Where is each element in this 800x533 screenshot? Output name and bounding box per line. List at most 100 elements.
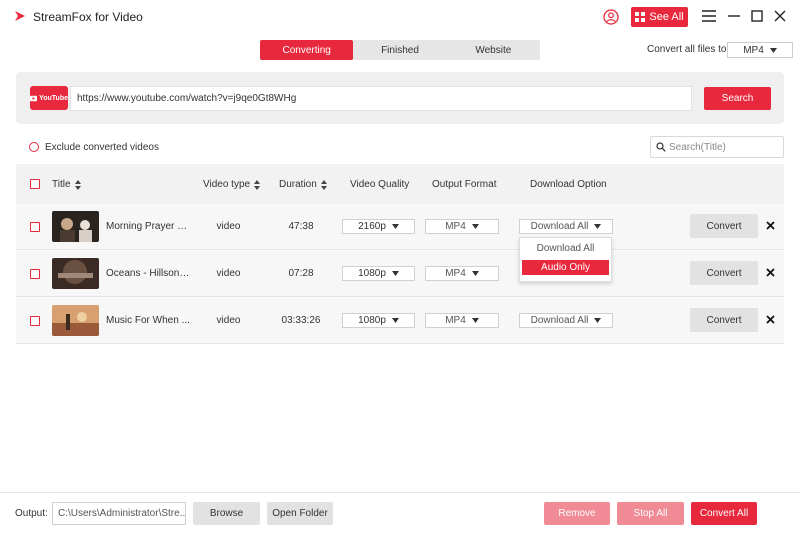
quality-value: 2160p — [358, 221, 386, 232]
row-checkbox[interactable] — [30, 222, 40, 232]
chevron-down-icon — [769, 47, 777, 53]
column-format-header: Output Format — [432, 179, 497, 190]
play-icon — [30, 95, 38, 101]
tab-converting[interactable]: Converting — [260, 40, 354, 60]
convert-all-format-value: MP4 — [743, 44, 764, 56]
row-video-type: video — [216, 268, 241, 279]
convert-all-label: Convert all files to: — [647, 44, 730, 55]
remove-row-icon[interactable] — [766, 268, 775, 277]
view-tabs: Converting Finished Website — [260, 40, 540, 60]
row-title: Oceans - Hillsong... — [106, 268, 190, 279]
column-title-label: Title — [52, 179, 71, 190]
chevron-down-icon — [471, 224, 479, 229]
quality-value: 1080p — [358, 315, 386, 326]
format-select[interactable]: MP4 — [425, 219, 499, 234]
maximize-icon[interactable] — [749, 8, 765, 24]
table-row: Music For When ... video 03:33:26 1080p … — [16, 298, 784, 344]
column-video-type-label: Video type — [203, 179, 251, 190]
download-option-value: Download All — [530, 221, 589, 232]
row-convert-button[interactable]: Convert — [690, 308, 758, 332]
app-logo-icon — [15, 11, 25, 21]
browse-button[interactable]: Browse — [193, 502, 260, 525]
video-thumbnail[interactable] — [52, 305, 99, 336]
column-quality-header: Video Quality — [350, 179, 410, 190]
minimize-icon[interactable] — [726, 8, 742, 24]
download-option-value: Download All — [530, 315, 589, 326]
search-icon — [656, 142, 666, 152]
download-option-dropdown: Download All Audio Only — [519, 237, 612, 282]
column-duration-label: Duration — [279, 179, 317, 190]
chevron-down-icon — [471, 318, 479, 323]
close-window-icon[interactable] — [772, 8, 788, 24]
tab-website[interactable]: Website — [447, 40, 540, 60]
convert-all-button[interactable]: Convert All — [691, 502, 757, 525]
row-convert-button[interactable]: Convert — [690, 261, 758, 285]
search-title-placeholder: Search(Title) — [669, 141, 726, 153]
url-panel: YouTube Search — [16, 72, 784, 124]
format-select[interactable]: MP4 — [425, 313, 499, 328]
app-title: StreamFox for Video — [33, 10, 143, 24]
row-title: Music For When ... — [106, 315, 190, 326]
column-video-type-header[interactable]: Video type — [203, 179, 261, 190]
menu-icon[interactable] — [701, 8, 717, 24]
quality-select[interactable]: 1080p — [342, 266, 415, 281]
grid-icon — [635, 12, 646, 22]
exclude-converted-radio[interactable] — [29, 142, 39, 152]
url-input[interactable] — [70, 86, 692, 111]
exclude-converted-label: Exclude converted videos — [45, 142, 159, 153]
stop-all-button[interactable]: Stop All — [617, 502, 684, 525]
see-all-label: See All — [649, 11, 684, 23]
dropdown-item-download-all[interactable]: Download All — [522, 241, 609, 256]
download-option-select[interactable]: Download All — [519, 313, 613, 328]
quality-value: 1080p — [358, 268, 386, 279]
row-checkbox[interactable] — [30, 269, 40, 279]
search-button[interactable]: Search — [704, 87, 771, 110]
dropdown-item-audio-only[interactable]: Audio Only — [522, 260, 609, 275]
row-video-type: video — [216, 315, 241, 326]
row-checkbox[interactable] — [30, 316, 40, 326]
see-all-button[interactable]: See All — [631, 7, 688, 27]
format-value: MP4 — [445, 315, 466, 326]
sort-icon — [254, 179, 261, 190]
tab-finished[interactable]: Finished — [353, 40, 446, 60]
title-bar: StreamFox for Video See All — [0, 0, 800, 34]
row-convert-button[interactable]: Convert — [690, 214, 758, 238]
format-select[interactable]: MP4 — [425, 266, 499, 281]
row-duration: 07:28 — [288, 268, 314, 279]
quality-select[interactable]: 1080p — [342, 313, 415, 328]
open-folder-button[interactable]: Open Folder — [267, 502, 333, 525]
remove-button[interactable]: Remove — [544, 502, 610, 525]
chevron-down-icon — [391, 224, 399, 229]
format-value: MP4 — [445, 221, 466, 232]
convert-all-format-select[interactable]: MP4 — [727, 42, 793, 58]
quality-select[interactable]: 2160p — [342, 219, 415, 234]
remove-row-icon[interactable] — [766, 221, 775, 230]
output-path-field[interactable]: C:\Users\Administrator\Stre... — [52, 502, 186, 525]
output-label: Output: — [15, 508, 48, 519]
row-title: Morning Prayer a... — [106, 221, 190, 232]
search-title-input[interactable]: Search(Title) — [650, 136, 784, 158]
chevron-down-icon — [594, 224, 602, 229]
footer-divider — [0, 492, 800, 493]
user-account-icon[interactable] — [603, 9, 619, 25]
remove-row-icon[interactable] — [766, 315, 775, 324]
select-all-checkbox[interactable] — [30, 179, 40, 189]
column-duration-header[interactable]: Duration — [279, 179, 327, 190]
column-title-header[interactable]: Title — [52, 179, 81, 190]
video-thumbnail[interactable] — [52, 258, 99, 289]
youtube-logo-icon: YouTube — [30, 86, 68, 110]
chevron-down-icon — [391, 318, 399, 323]
sort-icon — [320, 179, 327, 190]
format-value: MP4 — [445, 268, 466, 279]
download-option-select[interactable]: Download All — [519, 219, 613, 234]
chevron-down-icon — [594, 318, 602, 323]
row-duration: 03:33:26 — [281, 315, 321, 326]
table-row: Morning Prayer a... video 47:38 2160p MP… — [16, 204, 784, 250]
column-download-header: Download Option — [530, 179, 607, 190]
row-duration: 47:38 — [288, 221, 314, 232]
row-video-type: video — [216, 221, 241, 232]
table-header: Title Video type Duration Video Quality … — [16, 164, 784, 204]
video-thumbnail[interactable] — [52, 211, 99, 242]
chevron-down-icon — [391, 271, 399, 276]
sort-icon — [74, 179, 81, 190]
